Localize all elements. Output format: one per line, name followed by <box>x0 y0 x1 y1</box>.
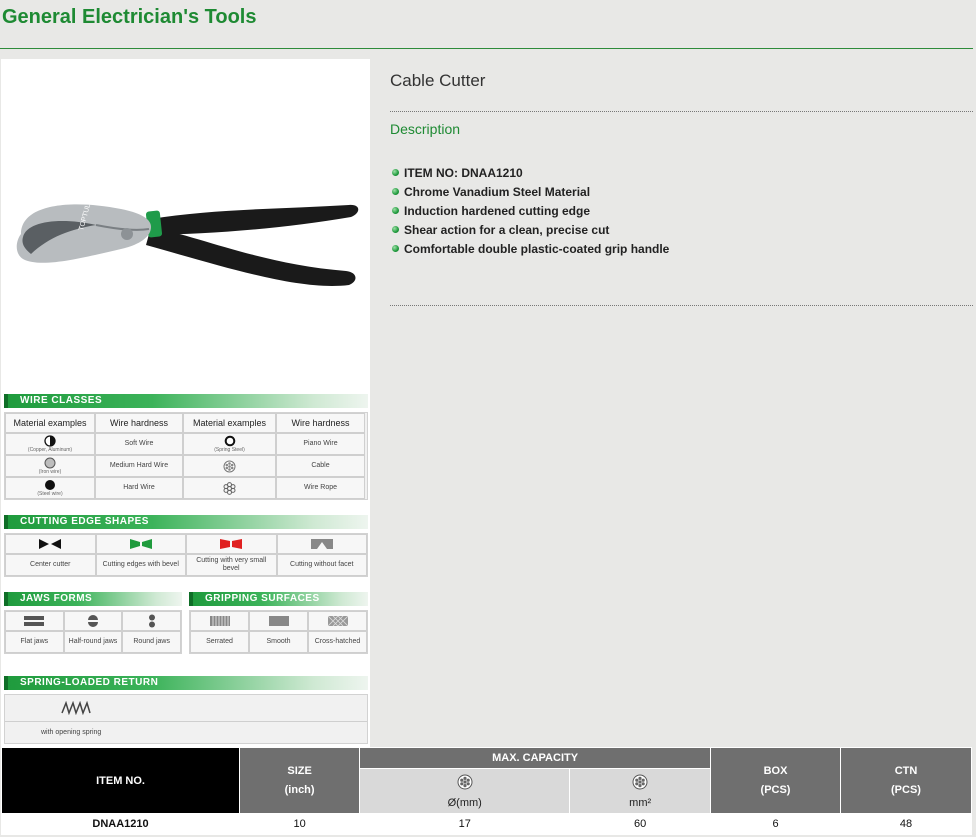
cutting-edge-heading: CUTTING EDGE SHAPES <box>4 515 368 529</box>
feature-item: Shear action for a clean, precise cut <box>392 220 669 239</box>
green-bullet-icon <box>392 226 399 233</box>
hardness-label: Soft Wire <box>95 433 183 455</box>
capacity-mm-header: Ø(mm) <box>359 768 571 814</box>
hardness-label: Piano Wire <box>276 433 365 455</box>
wire-rope-icon <box>223 481 236 495</box>
material-note: (Spring Steel) <box>214 447 245 453</box>
soft-wire-cell: (Copper, Aluminum) <box>5 433 95 455</box>
feature-item: ITEM NO: DNAA1210 <box>392 163 669 182</box>
col-header: Material examples <box>183 413 276 433</box>
gripping-surfaces-table: Serrated Smooth Cross-hatched <box>189 610 368 654</box>
feature-item: Comfortable double plastic-coated grip h… <box>392 239 669 258</box>
gripping-surfaces-section: GRIPPING SURFACES Serrated Smooth Cross-… <box>189 592 368 654</box>
gripping-surfaces-heading: GRIPPING SURFACES <box>189 592 368 606</box>
bevel-edge-icon <box>95 534 186 554</box>
wire-classes-table: Material examples Wire hardness Material… <box>4 412 368 500</box>
half-filled-circle-icon <box>44 435 56 447</box>
wire-classes-heading: WIRE CLASSES <box>4 394 368 408</box>
product-name: Cable Cutter <box>390 71 486 90</box>
feature-item: Induction hardened cutting edge <box>392 201 669 220</box>
spring-caption: with opening spring <box>41 729 102 736</box>
medium-wire-cell: (Iron wire) <box>5 455 95 477</box>
item-no-cell: DNAA1210 <box>0 813 241 835</box>
spring-return-section: SPRING-LOADED RETURN with opening spring <box>4 676 368 744</box>
edge-label: Center cutter <box>5 554 96 576</box>
item-no-header: ITEM NO. <box>0 747 241 814</box>
grey-circle-icon <box>44 457 56 469</box>
piano-wire-cell: (Spring Steel) <box>183 433 276 455</box>
cross-hatched-grip-icon <box>308 611 367 631</box>
cable-strands-icon <box>223 460 236 472</box>
dotted-divider <box>390 305 973 306</box>
box-cell: 6 <box>710 813 841 835</box>
ring-icon <box>224 435 235 447</box>
spec-table: ITEM NO. SIZE (inch) MAX. CAPACITY BOX (… <box>0 747 973 835</box>
cutting-edge-table: Center cutter Cutting edges with bevel C… <box>4 533 368 577</box>
capacity-mm-cell: 17 <box>359 813 571 835</box>
jaws-label: Flat jaws <box>5 631 64 653</box>
edge-label: Cutting with very small bevel <box>186 554 277 576</box>
cable-strands-icon <box>457 774 473 789</box>
hardness-label: Hard Wire <box>95 477 183 499</box>
col-header: Material examples <box>5 413 95 433</box>
ctn-header: CTN (PCS) <box>839 747 973 814</box>
jaws-label: Round jaws <box>122 631 181 653</box>
flat-jaws-icon <box>5 611 64 631</box>
spring-return-heading: SPRING-LOADED RETURN <box>4 676 368 690</box>
jaws-label: Half-round jaws <box>63 631 123 653</box>
spring-icon <box>61 701 91 715</box>
dotted-divider <box>390 111 973 112</box>
smooth-grip-icon <box>249 611 308 631</box>
hard-wire-cell: (Steel wire) <box>5 477 95 499</box>
grip-label: Cross-hatched <box>308 631 367 653</box>
wire-classes-section: WIRE CLASSES Material examples Wire hard… <box>4 394 368 500</box>
spring-return-box: with opening spring <box>4 694 368 744</box>
serrated-grip-icon <box>190 611 249 631</box>
material-note: (Steel wire) <box>37 491 63 497</box>
feature-item: Chrome Vanadium Steel Material <box>392 182 669 201</box>
jaws-forms-table: Flat jaws Half-round jaws Round jaws <box>4 610 182 654</box>
description-label: Description <box>390 121 461 137</box>
page-title: General Electrician's Tools <box>2 6 257 28</box>
black-circle-icon <box>45 480 55 490</box>
capacity-mm2-cell: 60 <box>569 813 712 835</box>
jaws-forms-heading: JAWS FORMS <box>4 592 182 606</box>
small-bevel-edge-icon <box>186 534 277 554</box>
title-divider <box>0 48 973 49</box>
hardness-label: Wire Rope <box>276 477 365 499</box>
green-bullet-icon <box>392 169 399 176</box>
material-note: (Iron wire) <box>38 469 62 475</box>
cutting-edge-section: CUTTING EDGE SHAPES Center cutter Cuttin… <box>4 515 368 577</box>
edge-label: Cutting edges with bevel <box>95 554 186 576</box>
ctn-cell: 48 <box>839 813 973 835</box>
hardness-label: Cable <box>276 455 365 477</box>
center-cutter-icon <box>5 534 96 554</box>
green-bullet-icon <box>392 188 399 195</box>
edge-label: Cutting without facet <box>276 554 367 576</box>
jaws-forms-section: JAWS FORMS Flat jaws Half-round jaws Rou… <box>4 592 182 654</box>
capacity-mm2-header: mm² <box>569 768 712 814</box>
grip-label: Smooth <box>249 631 308 653</box>
col-header: Wire hardness <box>95 413 183 433</box>
cable-cell <box>183 455 276 477</box>
max-capacity-header: MAX. CAPACITY <box>359 747 712 769</box>
round-jaws-icon <box>122 611 181 631</box>
size-header: SIZE (inch) <box>239 747 361 814</box>
green-bullet-icon <box>392 207 399 214</box>
cable-strands-icon <box>632 774 648 789</box>
size-cell: 10 <box>239 813 361 835</box>
feature-list: ITEM NO: DNAA1210 Chrome Vanadium Steel … <box>392 163 669 258</box>
half-round-jaws-icon <box>63 611 123 631</box>
cable-cutter-photo: TOPTUL <box>16 203 359 286</box>
no-facet-edge-icon <box>276 534 367 554</box>
product-image-panel: TOPTUL WIRE CLASSES Material examples Wi… <box>1 59 370 747</box>
box-header: BOX (PCS) <box>710 747 841 814</box>
green-bullet-icon <box>392 245 399 252</box>
grip-label: Serrated <box>190 631 249 653</box>
hardness-label: Medium Hard Wire <box>95 455 183 477</box>
table-row: DNAA1210 10 17 60 6 48 <box>0 813 973 835</box>
col-header: Wire hardness <box>276 413 365 433</box>
wire-rope-cell <box>183 477 276 499</box>
material-note: (Copper, Aluminum) <box>27 447 73 453</box>
